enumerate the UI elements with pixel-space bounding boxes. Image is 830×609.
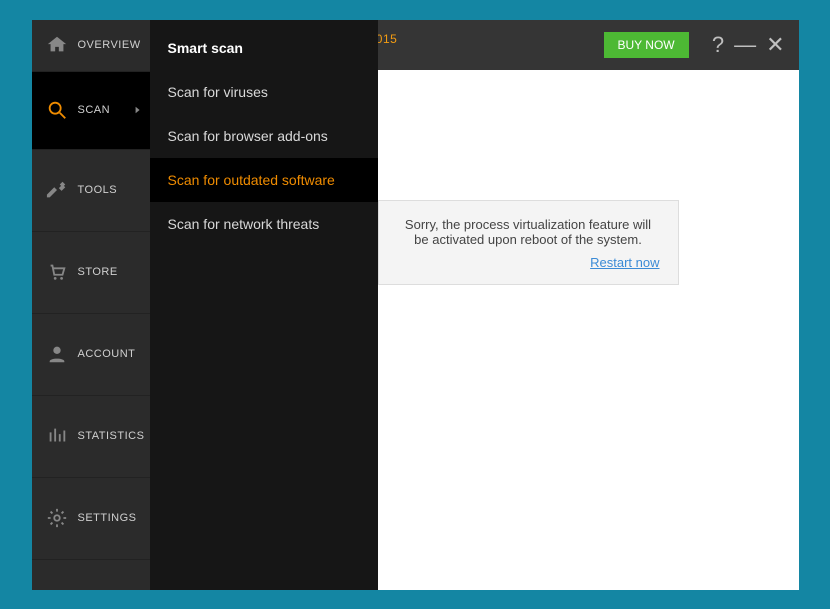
sidebar-item-label: STATISTICS [78, 430, 145, 442]
alert-message: Sorry, the process virtualization featur… [405, 217, 651, 247]
submenu-item-label: Scan for browser add-ons [168, 128, 328, 144]
minimize-button[interactable]: — [734, 32, 756, 58]
stats-icon [46, 425, 68, 447]
app-window: OVERVIEW SCAN TOOLS STORE ACCOUNT STATIS… [32, 20, 799, 590]
sidebar-item-label: OVERVIEW [78, 39, 141, 51]
sidebar-item-account[interactable]: ACCOUNT [32, 314, 150, 396]
help-button[interactable]: ? [712, 32, 724, 58]
sidebar-item-label: SETTINGS [78, 512, 137, 524]
submenu-item-scan-outdated[interactable]: Scan for outdated software [150, 158, 378, 202]
submenu-item-smart-scan[interactable]: Smart scan [150, 26, 378, 70]
tools-icon [46, 179, 68, 201]
submenu-item-label: Scan for outdated software [168, 172, 335, 188]
sidebar-item-label: TOOLS [78, 184, 118, 196]
home-icon [46, 34, 68, 56]
sidebar-item-store[interactable]: STORE [32, 232, 150, 314]
cart-icon [46, 261, 68, 283]
user-icon [46, 343, 68, 365]
search-icon [46, 99, 68, 121]
buy-now-button[interactable]: BUY NOW [604, 32, 689, 58]
close-button[interactable]: ✕ [766, 32, 784, 58]
scan-submenu: Smart scan Scan for viruses Scan for bro… [150, 20, 378, 590]
sidebar-item-overview[interactable]: OVERVIEW [32, 20, 150, 72]
submenu-item-label: Scan for viruses [168, 84, 268, 100]
sidebar-item-tools[interactable]: TOOLS [32, 150, 150, 232]
submenu-item-scan-network[interactable]: Scan for network threats [150, 202, 378, 246]
restart-now-link[interactable]: Restart now [397, 255, 660, 270]
sidebar: OVERVIEW SCAN TOOLS STORE ACCOUNT STATIS… [32, 20, 150, 590]
gear-icon [46, 507, 68, 529]
submenu-item-scan-addons[interactable]: Scan for browser add-ons [150, 114, 378, 158]
submenu-item-label: Scan for network threats [168, 216, 320, 232]
sidebar-item-label: SCAN [78, 104, 111, 116]
sidebar-item-label: ACCOUNT [78, 348, 136, 360]
sidebar-item-label: STORE [78, 266, 118, 278]
chevron-right-icon [134, 106, 142, 114]
sidebar-item-statistics[interactable]: STATISTICS [32, 396, 150, 478]
sidebar-item-scan[interactable]: SCAN [32, 72, 150, 150]
sidebar-item-settings[interactable]: SETTINGS [32, 478, 150, 560]
titlebar-controls: ? — ✕ [702, 20, 785, 70]
submenu-item-label: Smart scan [168, 40, 243, 56]
content-area: Sorry, the process virtualization featur… [378, 70, 799, 590]
alert-box: Sorry, the process virtualization featur… [378, 200, 679, 285]
submenu-item-scan-viruses[interactable]: Scan for viruses [150, 70, 378, 114]
